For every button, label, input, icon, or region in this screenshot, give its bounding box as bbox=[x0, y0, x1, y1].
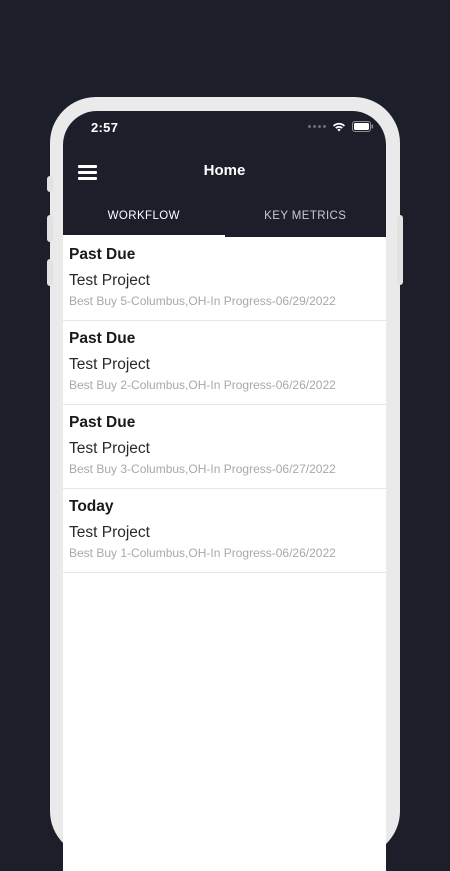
item-status: Today bbox=[69, 498, 114, 515]
item-status: Past Due bbox=[69, 246, 136, 263]
tab-bar: WORKFLOW KEY METRICS bbox=[63, 205, 386, 237]
tab-workflow[interactable]: WORKFLOW bbox=[63, 205, 225, 237]
list-item[interactable]: Today Test Project Best Buy 1-Columbus,O… bbox=[63, 489, 386, 573]
item-detail: Best Buy 2-Columbus,OH-In Progress-06/26… bbox=[69, 378, 336, 392]
wifi-icon bbox=[333, 122, 345, 132]
signal-icon bbox=[308, 125, 326, 128]
item-project: Test Project bbox=[69, 272, 150, 289]
item-status: Past Due bbox=[69, 414, 136, 431]
page-title: Home bbox=[203, 162, 246, 179]
status-time: 2:57 bbox=[91, 120, 119, 135]
status-icons bbox=[308, 121, 374, 132]
phone-side-button-volume-up bbox=[47, 215, 53, 242]
battery-icon bbox=[352, 121, 374, 132]
item-detail: Best Buy 3-Columbus,OH-In Progress-06/27… bbox=[69, 462, 336, 476]
list-item[interactable]: Past Due Test Project Best Buy 2-Columbu… bbox=[63, 321, 386, 405]
item-project: Test Project bbox=[69, 440, 150, 457]
workflow-list: Past Due Test Project Best Buy 5-Columbu… bbox=[63, 237, 386, 573]
phone-screen: 2:57 Home WORKFLOW KEY METRICS Past Due … bbox=[63, 111, 386, 871]
list-item[interactable]: Past Due Test Project Best Buy 3-Columbu… bbox=[63, 405, 386, 489]
item-status: Past Due bbox=[69, 330, 136, 347]
app-header: 2:57 Home WORKFLOW KEY METRICS bbox=[63, 111, 386, 237]
item-project: Test Project bbox=[69, 524, 150, 541]
item-detail: Best Buy 1-Columbus,OH-In Progress-06/26… bbox=[69, 546, 336, 560]
tab-key-metrics[interactable]: KEY METRICS bbox=[225, 205, 387, 237]
phone-side-button-power bbox=[397, 215, 403, 285]
phone-side-button-silent bbox=[47, 176, 53, 192]
item-project: Test Project bbox=[69, 356, 150, 373]
item-detail: Best Buy 5-Columbus,OH-In Progress-06/29… bbox=[69, 294, 336, 308]
phone-side-button-volume-down bbox=[47, 259, 53, 286]
list-item[interactable]: Past Due Test Project Best Buy 5-Columbu… bbox=[63, 237, 386, 321]
